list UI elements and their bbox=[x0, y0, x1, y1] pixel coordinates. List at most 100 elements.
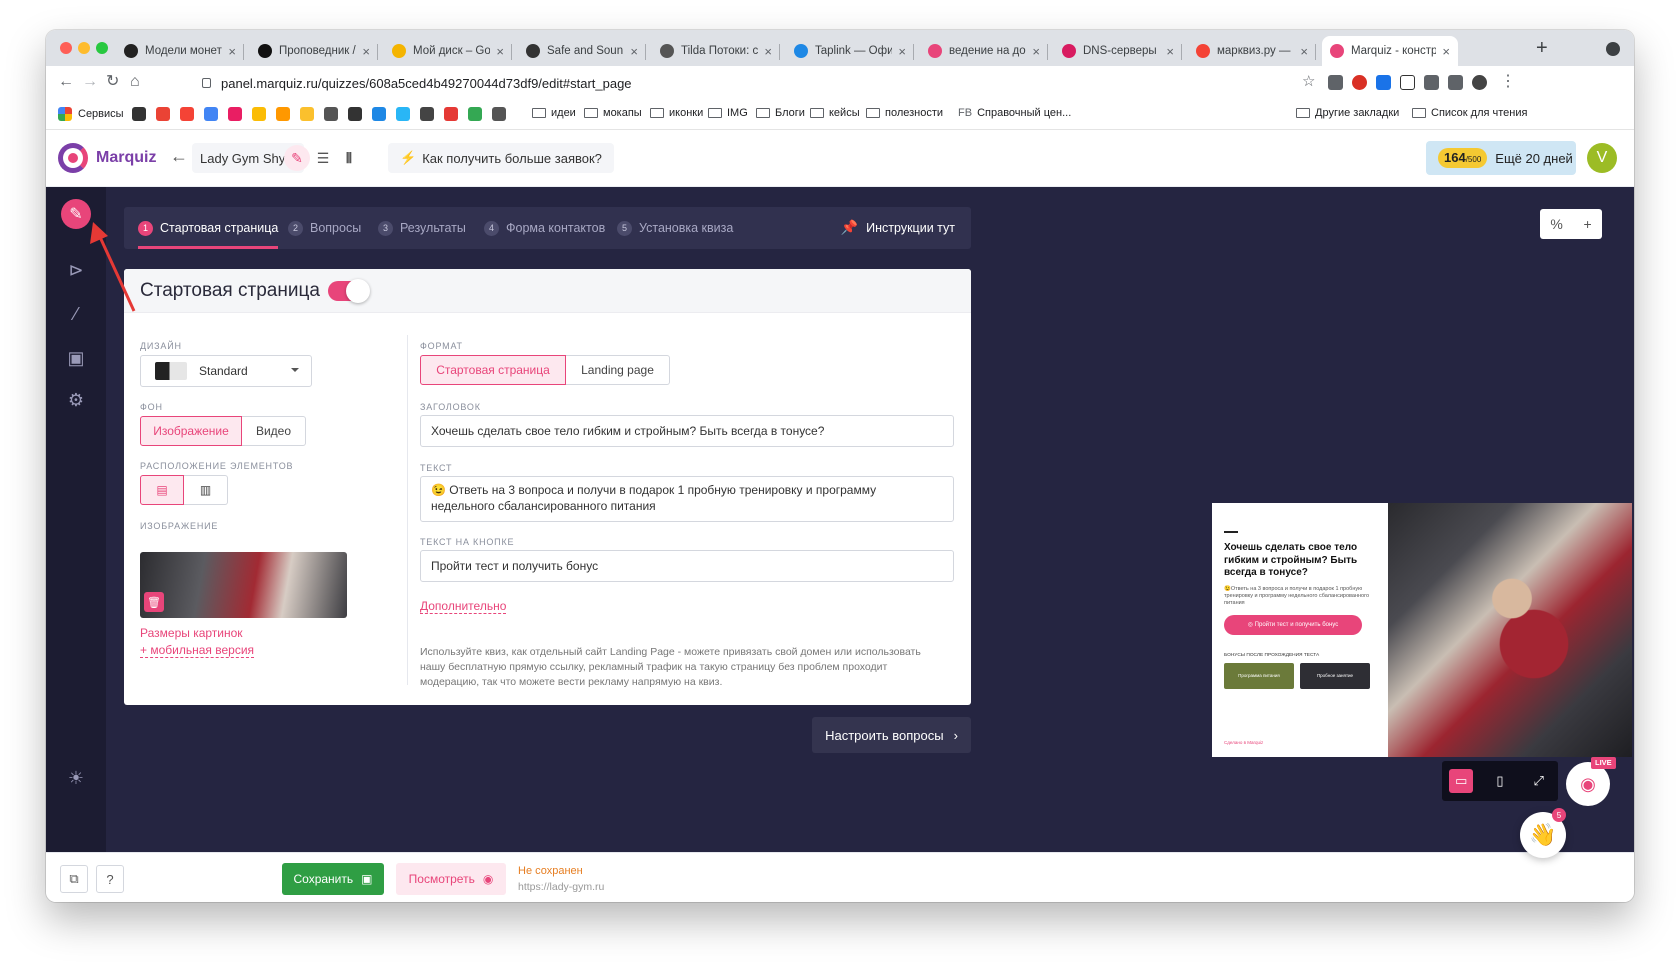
setup-questions-button[interactable]: Настроить вопросы › bbox=[812, 717, 971, 753]
bookmark-favicon[interactable] bbox=[204, 107, 218, 121]
mobile-version-link[interactable]: + мобильная версия bbox=[140, 643, 255, 658]
button-text-input[interactable]: Пройти тест и получить бонус bbox=[420, 550, 954, 582]
step-tab[interactable]: 1 Стартовая страница bbox=[138, 207, 279, 249]
bg-option-video[interactable]: Видео bbox=[242, 416, 306, 446]
close-tab-icon[interactable]: × bbox=[630, 44, 638, 59]
close-tab-icon[interactable]: × bbox=[496, 44, 504, 59]
bookmark-folder[interactable]: полезности bbox=[866, 107, 943, 119]
bookmark-folder[interactable]: кейсы bbox=[810, 107, 860, 119]
list-icon[interactable]: ☰ bbox=[310, 145, 336, 171]
maximize-window-button[interactable] bbox=[96, 42, 108, 54]
mobile-icon[interactable]: ▯ bbox=[1488, 769, 1512, 793]
reload-icon[interactable]: ↻ bbox=[106, 74, 119, 90]
bookmark-favicon[interactable] bbox=[492, 107, 506, 121]
trash-icon[interactable]: 🗑 bbox=[144, 592, 164, 612]
bookmark-favicon[interactable] bbox=[372, 107, 386, 121]
step-tab[interactable]: 5 Установка квиза bbox=[617, 207, 733, 249]
browser-tab[interactable]: Marquiz - констру × bbox=[1322, 36, 1458, 66]
back-arrow-icon[interactable]: ← bbox=[170, 146, 188, 167]
bookmark-folder[interactable]: иконки bbox=[650, 107, 703, 119]
forward-icon[interactable]: → bbox=[82, 74, 98, 90]
design-select[interactable]: Standard bbox=[140, 355, 312, 387]
bg-option-image[interactable]: Изображение bbox=[140, 416, 242, 446]
close-tab-icon[interactable]: × bbox=[228, 44, 236, 59]
bookmark-favicon[interactable] bbox=[132, 107, 146, 121]
fullscreen-icon[interactable]: ⤢ bbox=[1527, 769, 1551, 793]
browser-tab[interactable]: Safe and Soun × bbox=[518, 36, 646, 66]
close-tab-icon[interactable]: × bbox=[1442, 44, 1450, 59]
bookmark-folder[interactable]: идеи bbox=[532, 107, 576, 119]
close-tab-icon[interactable]: × bbox=[898, 44, 906, 59]
lightbulb-icon[interactable]: ☀ bbox=[61, 763, 91, 793]
close-tab-icon[interactable]: × bbox=[362, 44, 370, 59]
howto-button[interactable]: ⚡ Как получить больше заявок? bbox=[388, 143, 614, 173]
step-tab[interactable]: 3 Результаты bbox=[378, 207, 466, 249]
zoom-percent-button[interactable]: % bbox=[1550, 216, 1562, 232]
extension-icon[interactable] bbox=[1376, 75, 1391, 90]
stats-icon[interactable]: ⫴ bbox=[336, 145, 362, 171]
bookmark-favicon[interactable] bbox=[348, 107, 362, 121]
edit-pencil-icon[interactable]: ✎ bbox=[61, 199, 91, 229]
bookmark-favicon[interactable] bbox=[300, 107, 314, 121]
save-button[interactable]: Сохранить ▣ bbox=[282, 863, 384, 895]
browser-tab[interactable]: Проповедник / Pr × bbox=[250, 36, 378, 66]
desktop-icon[interactable]: ▭ bbox=[1449, 769, 1474, 793]
zoom-plus-button[interactable]: + bbox=[1583, 216, 1591, 232]
heading-input[interactable]: Хочешь сделать свое тело гибким и стройн… bbox=[420, 415, 954, 447]
avatar[interactable]: V bbox=[1587, 143, 1617, 173]
close-tab-icon[interactable]: × bbox=[1032, 44, 1040, 59]
bookmark-fb[interactable]: FB Справочный цен... bbox=[958, 107, 1071, 119]
quiz-preview[interactable]: Хочешь сделать свое тело гибким и стройн… bbox=[1212, 503, 1632, 757]
start-page-toggle[interactable] bbox=[327, 278, 370, 303]
help-icon[interactable]: ? bbox=[96, 865, 124, 893]
site-url[interactable]: https://lady-gym.ru bbox=[518, 881, 604, 893]
browser-tab[interactable]: Taplink — Официа × bbox=[786, 36, 914, 66]
browser-tab[interactable]: Мой диск – Googl × bbox=[384, 36, 512, 66]
tab-search-icon[interactable] bbox=[1606, 42, 1620, 56]
browser-tab[interactable]: DNS-серверы и у × bbox=[1054, 36, 1182, 66]
bookmark-folder[interactable]: Блоги bbox=[756, 107, 805, 119]
balance-widget[interactable]: 164/500 Ещё 20 дней bbox=[1426, 141, 1576, 175]
bookmark-folder[interactable]: IMG bbox=[708, 107, 748, 119]
bookmark-favicon[interactable] bbox=[420, 107, 434, 121]
url-field[interactable]: panel.marquiz.ru/quizzes/608a5ced4b49270… bbox=[202, 70, 1442, 96]
bookmark-favicon[interactable] bbox=[228, 107, 242, 121]
bookmark-favicon[interactable] bbox=[468, 107, 482, 121]
new-tab-button[interactable]: + bbox=[1536, 38, 1548, 58]
bookmark-favicon[interactable] bbox=[252, 107, 266, 121]
layout-right-icon[interactable]: ▥ bbox=[184, 475, 228, 505]
layout-left-icon[interactable]: ▤ bbox=[140, 475, 184, 505]
bookmark-favicon[interactable] bbox=[444, 107, 458, 121]
settings-gear-icon[interactable]: ⚙ bbox=[61, 385, 91, 415]
bookmark-favicon[interactable] bbox=[180, 107, 194, 121]
browser-tab[interactable]: ведение на доске × bbox=[920, 36, 1048, 66]
brush-icon[interactable]: ⁄ bbox=[61, 299, 91, 329]
bookmark-folder[interactable]: мокапы bbox=[584, 107, 642, 119]
home-icon[interactable]: ⌂ bbox=[130, 74, 140, 90]
bookmark-services[interactable]: Сервисы bbox=[58, 107, 124, 121]
close-tab-icon[interactable]: × bbox=[1300, 44, 1308, 59]
back-icon[interactable]: ← bbox=[58, 74, 74, 90]
history-icon[interactable]: ⧉ bbox=[60, 865, 88, 893]
format-landing-page[interactable]: Landing page bbox=[566, 355, 670, 385]
text-textarea[interactable]: 😉 Ответь на 3 вопроса и получи в подарок… bbox=[420, 476, 954, 522]
extension-icon[interactable] bbox=[1352, 75, 1367, 90]
more-settings-link[interactable]: Дополнительно bbox=[420, 599, 507, 614]
edit-icon[interactable]: ✎ bbox=[284, 145, 310, 171]
image-sizes-link[interactable]: Размеры картинок bbox=[140, 626, 243, 640]
bookmark-favicon[interactable] bbox=[324, 107, 338, 121]
tag-icon[interactable]: ⊳ bbox=[61, 255, 91, 285]
integrations-icon[interactable]: ▣ bbox=[61, 343, 91, 373]
bookmark-favicon[interactable] bbox=[276, 107, 290, 121]
browser-tab[interactable]: марквиз.ру — Янд × bbox=[1188, 36, 1316, 66]
browser-tab[interactable]: Модели монетиза × bbox=[116, 36, 244, 66]
close-tab-icon[interactable]: × bbox=[1166, 44, 1174, 59]
close-tab-icon[interactable]: × bbox=[764, 44, 772, 59]
view-button[interactable]: Посмотреть ◉ bbox=[396, 863, 506, 895]
browser-menu-icon[interactable]: ⋮ bbox=[1500, 74, 1516, 90]
browser-tab[interactable]: Tilda Потоки: craft × bbox=[652, 36, 780, 66]
bookmark-star-icon[interactable]: ☆ bbox=[1302, 74, 1315, 90]
background-image-thumb[interactable]: 🗑 bbox=[140, 552, 347, 618]
bookmark-favicon[interactable] bbox=[156, 107, 170, 121]
step-tab[interactable]: 2 Вопросы bbox=[288, 207, 361, 249]
